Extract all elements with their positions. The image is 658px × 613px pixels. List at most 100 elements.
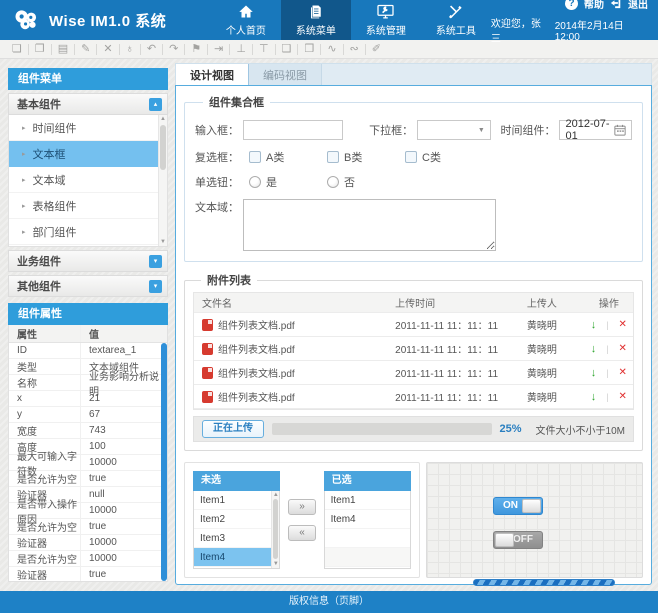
toggle-off-switch[interactable]: OFF <box>493 531 543 549</box>
pencil-icon[interactable]: ✐ <box>368 40 385 58</box>
delete-icon[interactable]: ✕ <box>619 319 627 330</box>
curve-wave-icon[interactable]: ∾ <box>346 40 363 58</box>
delete-icon[interactable]: ✕ <box>619 343 627 354</box>
attachment-row: 组件列表文档.pdf2011-11-11 11：11：11黄晓明↓|✕ <box>194 361 633 385</box>
component-set-fieldset: 组件集合框 输入框： 下拉框： ▼ 时间组件： 2012-07-01 <box>184 94 643 262</box>
sidebar-item-文本域[interactable]: ▸文本域 <box>9 167 167 193</box>
unselected-item-Item1[interactable]: Item1 <box>194 491 279 510</box>
flag-icon[interactable]: ⚑ <box>187 40 205 58</box>
pdf-icon <box>202 319 213 331</box>
logout-icon[interactable] <box>610 0 622 9</box>
attachment-file-cell: 组件列表文档.pdf <box>194 365 387 380</box>
checkbox-icon[interactable] <box>327 151 339 163</box>
triangle-right-icon: ▸ <box>22 176 26 184</box>
sidebar-item-文本框[interactable]: ▸文本框 <box>9 141 167 167</box>
checkbox-icon[interactable] <box>249 151 261 163</box>
textarea-field[interactable] <box>243 199 496 251</box>
toggle-knob[interactable] <box>495 533 514 547</box>
tab-design-view[interactable]: 设计视图 <box>176 64 249 85</box>
radio-icon[interactable] <box>327 176 339 188</box>
toggle-on-switch[interactable]: ON <box>493 497 543 515</box>
calendar-icon[interactable] <box>614 124 626 136</box>
undo-icon[interactable]: ↶ <box>143 40 160 58</box>
date-picker[interactable]: 2012-07-01 <box>559 120 632 140</box>
unselected-list-scrollbar[interactable]: ▲ ▼ <box>271 491 279 568</box>
tab-code-view[interactable]: 编码视图 <box>249 64 322 85</box>
save-icon[interactable]: ▤ <box>54 40 72 58</box>
move-right-button[interactable]: » <box>288 499 316 515</box>
dropdown-select[interactable]: ▼ <box>417 120 491 140</box>
scroll-up-icon[interactable]: ▲ <box>159 116 167 122</box>
doc-info-icon[interactable]: ❒ <box>300 40 318 58</box>
text-tool-icon[interactable]: ⊤ <box>255 40 273 58</box>
scrollbar-thumb[interactable] <box>273 499 278 559</box>
accordion-other-components[interactable]: 其他组件 ▾ <box>8 275 168 297</box>
expand-icon[interactable]: ▾ <box>149 255 162 268</box>
nav-item-system-menu[interactable]: 系统菜单 <box>281 0 351 40</box>
open-folder-icon[interactable]: ❐ <box>31 40 49 58</box>
checkbox-icon[interactable] <box>405 151 417 163</box>
scroll-down-icon[interactable]: ▼ <box>159 239 167 245</box>
download-icon[interactable]: ↓ <box>591 319 597 331</box>
selected-item-Item1[interactable]: Item1 <box>325 491 410 510</box>
sidebar-item-时间组件[interactable]: ▸时间组件 <box>9 115 167 141</box>
checkbox-B类[interactable]: B类 <box>327 149 395 165</box>
unselected-item-Item3[interactable]: Item3 <box>194 529 279 548</box>
unselected-item-Item5[interactable]: Item5 <box>194 567 279 569</box>
nav-item-home[interactable]: 个人首页 <box>211 0 281 40</box>
download-icon[interactable]: ↓ <box>591 343 597 355</box>
accordion-basic-components[interactable]: 基本组件 ▴ <box>8 93 168 115</box>
delete-icon[interactable]: ✕ <box>619 391 627 402</box>
toolbar-divider <box>51 44 52 55</box>
chevron-down-icon: ▼ <box>478 127 485 134</box>
scrollbar-thumb[interactable] <box>160 125 166 170</box>
checkbox-C类[interactable]: C类 <box>405 149 473 165</box>
redo-icon[interactable]: ↷ <box>165 40 182 58</box>
help-link[interactable]: 帮助 <box>584 0 604 11</box>
indent-icon[interactable]: ⇥ <box>210 40 227 58</box>
delete-icon[interactable]: ✕ <box>99 40 116 58</box>
download-icon[interactable]: ↓ <box>591 367 597 379</box>
upload-progress-track <box>272 423 492 435</box>
download-icon[interactable]: ↓ <box>591 391 597 403</box>
sidebar-item-部门组件[interactable]: ▸部门组件 <box>9 219 167 245</box>
publish-icon[interactable]: ♁ <box>122 40 138 58</box>
checkbox-label: A类 <box>266 149 284 165</box>
system-tools-icon <box>448 3 464 19</box>
checkbox-A类[interactable]: A类 <box>249 149 317 165</box>
radio-是[interactable]: 是 <box>249 174 317 190</box>
property-row: 验证器10000 <box>9 535 167 551</box>
unselected-item-Item4[interactable]: Item4 <box>194 548 279 567</box>
nav-item-system-manage[interactable]: 系统管理 <box>351 0 421 40</box>
unselected-item-Item2[interactable]: Item2 <box>194 510 279 529</box>
move-left-button[interactable]: « <box>288 525 316 541</box>
doc-lock-icon[interactable]: ❑ <box>278 40 296 58</box>
sidebar-list-scrollbar[interactable]: ▲ ▼ <box>158 115 167 246</box>
delete-icon[interactable]: ✕ <box>619 367 627 378</box>
new-file-icon[interactable]: ❏ <box>8 40 26 58</box>
help-icon[interactable]: ? <box>565 0 578 10</box>
sidebar-item-表格组件[interactable]: ▸表格组件 <box>9 193 167 219</box>
edit-form-icon[interactable]: ✎ <box>77 40 94 58</box>
property-row: 宽度743 <box>9 423 167 439</box>
logout-link[interactable]: 退出 <box>628 0 648 11</box>
col-actions: 操作 <box>585 295 633 310</box>
scroll-down-icon[interactable]: ▼ <box>272 561 279 567</box>
component-set-legend: 组件集合框 <box>203 94 270 110</box>
align-bottom-icon[interactable]: ⊥ <box>232 40 250 58</box>
line-wave-icon[interactable]: ∿ <box>323 40 340 58</box>
selected-item-Item4[interactable]: Item4 <box>325 510 410 529</box>
toggle-knob[interactable] <box>522 499 541 513</box>
radio-否[interactable]: 否 <box>327 174 395 190</box>
accordion-business-components[interactable]: 业务组件 ▾ <box>8 250 168 272</box>
scroll-up-icon[interactable]: ▲ <box>272 492 279 498</box>
uploading-button[interactable]: 正在上传 <box>202 420 264 438</box>
properties-scrollbar[interactable] <box>161 343 167 581</box>
col-upload-time: 上传时间 <box>387 295 519 310</box>
collapse-icon[interactable]: ▴ <box>149 98 162 111</box>
text-input[interactable] <box>243 120 343 140</box>
brand: Wise IM1.0 系统 <box>0 0 211 40</box>
radio-icon[interactable] <box>249 176 261 188</box>
expand-icon[interactable]: ▾ <box>149 280 162 293</box>
nav-item-system-tools[interactable]: 系统工具 <box>421 0 491 40</box>
